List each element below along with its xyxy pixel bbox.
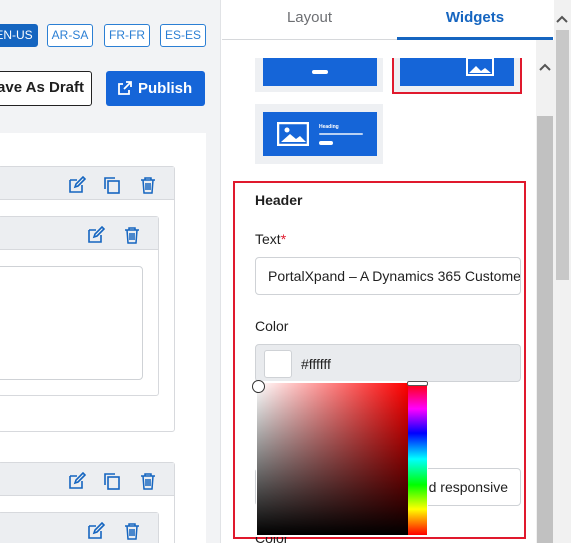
color-value: #ffffff bbox=[301, 356, 331, 372]
image-icon bbox=[277, 122, 309, 146]
hue-handle[interactable] bbox=[407, 381, 428, 386]
trash-icon[interactable] bbox=[123, 226, 141, 244]
hue-slider[interactable] bbox=[408, 383, 427, 535]
edit-icon[interactable] bbox=[68, 472, 86, 490]
widget-thumbnail[interactable] bbox=[255, 58, 383, 92]
image-icon bbox=[466, 58, 494, 76]
trash-icon[interactable] bbox=[139, 176, 157, 194]
window-scroll-thumb[interactable] bbox=[556, 30, 569, 280]
header-text-input[interactable]: PortalXpand – A Dynamics 365 Customer Po… bbox=[255, 257, 521, 295]
edit-icon[interactable] bbox=[87, 226, 105, 244]
lang-es-es[interactable]: ES-ES bbox=[160, 24, 206, 47]
panel-scroll-thumb[interactable] bbox=[537, 116, 553, 543]
edit-icon[interactable] bbox=[68, 176, 86, 194]
saturation-handle[interactable] bbox=[252, 380, 265, 393]
trash-icon[interactable] bbox=[123, 522, 141, 540]
lang-ar-sa[interactable]: AR-SA bbox=[47, 24, 93, 47]
copy-icon[interactable] bbox=[103, 176, 121, 194]
required-mark: * bbox=[280, 231, 287, 247]
lang-en-us[interactable]: EN-US bbox=[0, 24, 38, 47]
edit-icon[interactable] bbox=[87, 522, 105, 540]
color-picker bbox=[252, 380, 428, 537]
saturation-area[interactable] bbox=[252, 380, 408, 535]
text-label: Text* bbox=[255, 231, 287, 247]
widget-thumbnail[interactable]: Heading bbox=[255, 104, 383, 164]
publish-label: Publish bbox=[138, 80, 193, 97]
scroll-up-icon[interactable] bbox=[539, 62, 551, 72]
section-title: Header bbox=[255, 192, 303, 208]
publish-button[interactable]: Publish bbox=[106, 71, 205, 106]
trash-icon[interactable] bbox=[139, 472, 157, 490]
external-link-icon bbox=[118, 81, 132, 95]
save-draft-label: Save As Draft bbox=[0, 79, 84, 96]
color-field[interactable]: #ffffff bbox=[255, 344, 521, 382]
color-label: Color bbox=[255, 318, 289, 334]
thumbnail-heading: Heading bbox=[319, 124, 339, 130]
widget-thumbnail-selected[interactable] bbox=[392, 58, 522, 94]
tab-widgets[interactable]: Widgets bbox=[397, 0, 553, 40]
widget-drop-zone[interactable] bbox=[0, 266, 143, 380]
save-draft-button[interactable]: Save As Draft bbox=[0, 71, 92, 106]
copy-icon[interactable] bbox=[103, 472, 121, 490]
scroll-up-icon[interactable] bbox=[556, 14, 568, 24]
color-swatch[interactable] bbox=[264, 350, 292, 378]
tab-layout[interactable]: Layout bbox=[222, 0, 397, 40]
lang-fr-fr[interactable]: FR-FR bbox=[104, 24, 150, 47]
